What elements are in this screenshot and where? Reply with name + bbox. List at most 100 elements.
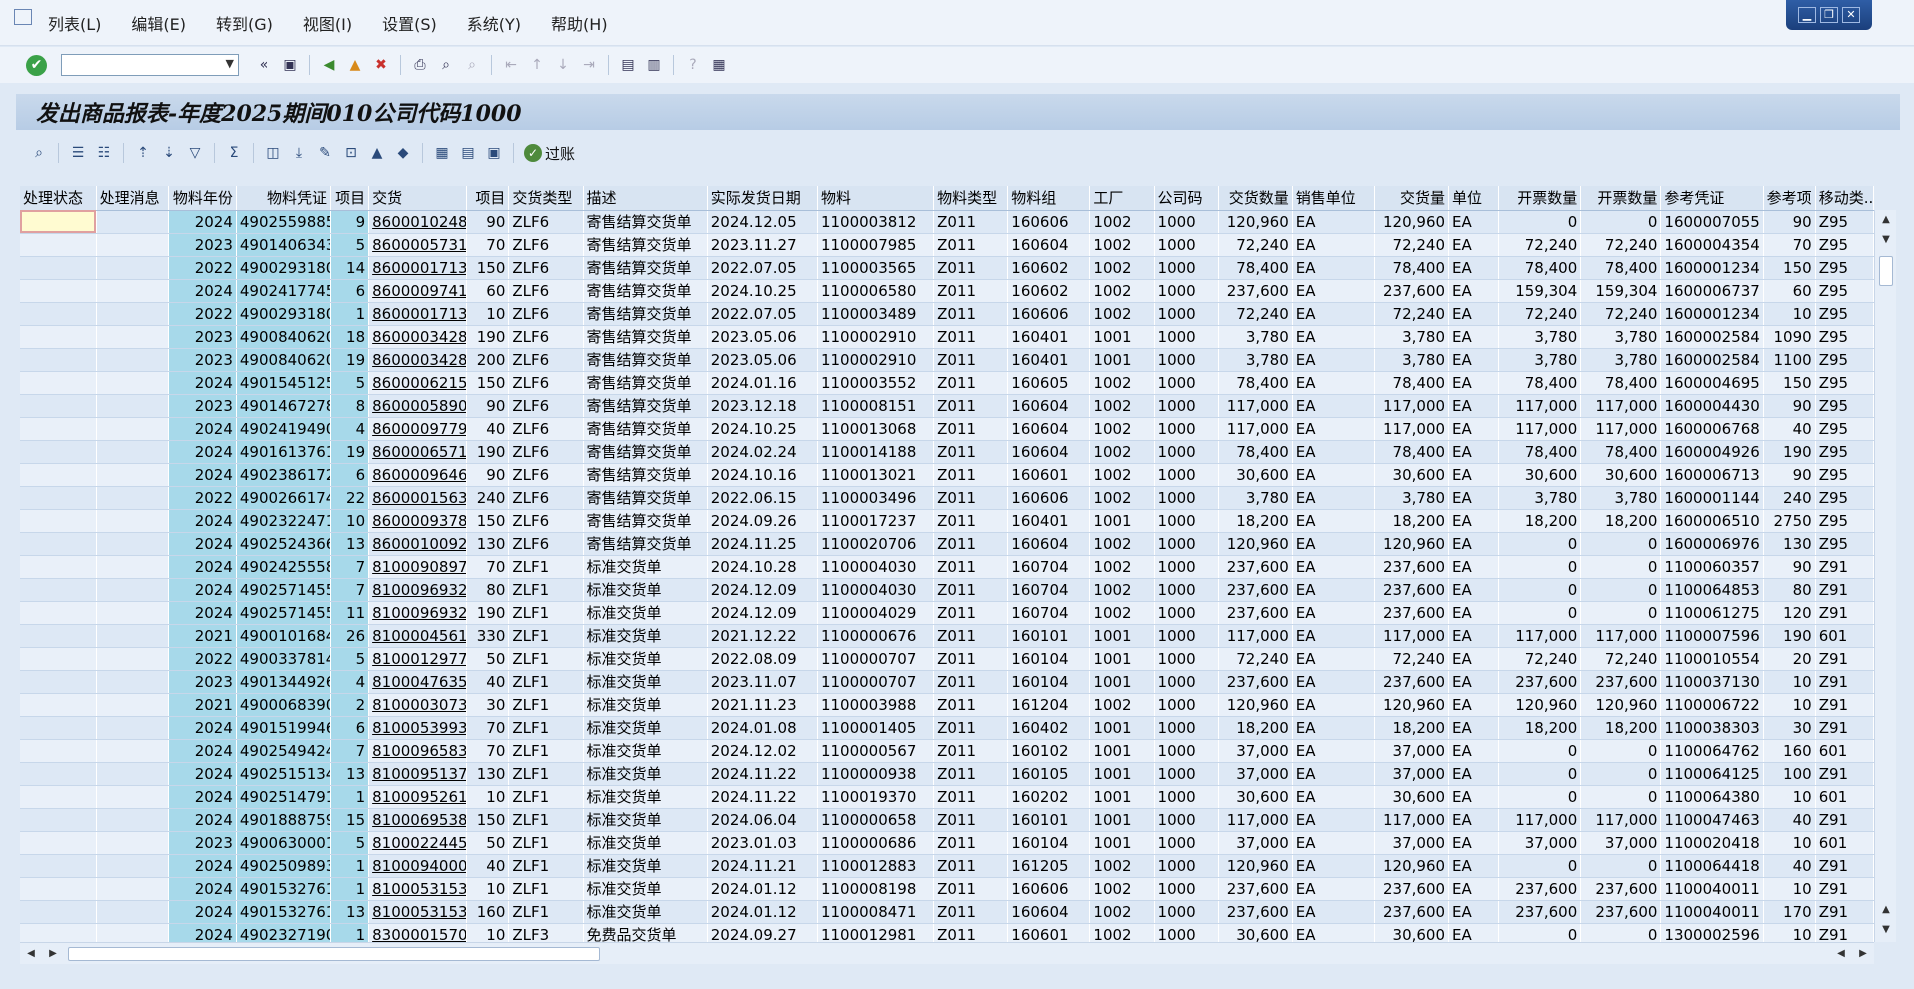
filter-icon[interactable]: ▽ bbox=[184, 142, 206, 164]
scroll-up-icon[interactable]: ▲ bbox=[1875, 210, 1897, 230]
table-row[interactable]: 2024 4902417745 6 8600009741 60 ZLF6 寄售结算交货单 20… bbox=[20, 279, 1874, 303]
back-icon[interactable]: ◀ bbox=[319, 55, 339, 75]
table-row[interactable]: 2024 4901545125 5 8600006215 150 ZLF6 寄售结算交货单 2… bbox=[20, 371, 1874, 395]
double-chevron-left-icon[interactable]: « bbox=[254, 55, 274, 75]
change-layout-icon[interactable]: ▦ bbox=[431, 142, 453, 164]
table-cell[interactable]: 8100047635 bbox=[368, 670, 468, 694]
table-cell[interactable]: 8100096583 bbox=[368, 739, 468, 763]
column-header[interactable]: 开票数量 bbox=[1498, 186, 1582, 211]
column-header[interactable]: 处理状态 bbox=[20, 186, 97, 211]
sort-ascending-icon[interactable]: ⇡ bbox=[132, 142, 154, 164]
table-row[interactable]: 2024 4901613761 19 8600006571 190 ZLF6 寄售结算交货单… bbox=[20, 440, 1874, 464]
table-cell[interactable]: 8600009741 bbox=[368, 279, 468, 303]
table-row[interactable]: 2023 4900840620 19 8600003428 200 ZLF6 寄售结算交货单… bbox=[20, 348, 1874, 372]
column-header[interactable]: 物料年份 bbox=[168, 186, 237, 211]
column-header[interactable]: 移动类... bbox=[1815, 186, 1874, 211]
table-row[interactable]: 2024 4902322471 10 8600009378 150 ZLF6 寄售结算交货单… bbox=[20, 509, 1874, 533]
table-cell[interactable]: 8600003428 bbox=[368, 348, 468, 372]
table-cell[interactable]: 8600001713 bbox=[368, 302, 468, 326]
table-cell[interactable]: 8600009378 bbox=[368, 509, 468, 533]
column-header[interactable]: 销售单位 bbox=[1292, 186, 1375, 211]
scroll-left-icon[interactable]: ◀ bbox=[20, 943, 42, 965]
abc-analysis-icon[interactable]: ▲ bbox=[366, 142, 388, 164]
horizontal-scrollbar[interactable]: ◀ ▶ ◀ ▶ bbox=[20, 942, 1874, 964]
select-all-icon[interactable]: ☰ bbox=[67, 142, 89, 164]
table-cell[interactable]: 8100053153 bbox=[368, 877, 468, 901]
table-row[interactable]: 2024 4901532761 1 8100053153 10 ZLF1 标准交货单 2024… bbox=[20, 877, 1874, 901]
print-icon[interactable]: ⎙ bbox=[410, 55, 430, 75]
column-header[interactable]: 处理消息 bbox=[96, 186, 169, 211]
table-cell[interactable]: 8100095137 bbox=[368, 762, 468, 786]
table-cell[interactable]: 8300001570 bbox=[368, 923, 468, 942]
column-header[interactable]: 单位 bbox=[1448, 186, 1500, 211]
print-preview-icon[interactable]: ◫ bbox=[262, 142, 284, 164]
word-processing-icon[interactable]: ✎ bbox=[314, 142, 336, 164]
cancel-icon[interactable]: ✖ bbox=[371, 55, 391, 75]
column-header[interactable]: 工厂 bbox=[1089, 186, 1155, 211]
column-header[interactable]: 项目 bbox=[466, 186, 510, 211]
chevron-down-icon[interactable]: ▼ bbox=[226, 57, 234, 70]
table-row[interactable]: 2024 4902419490 4 8600009779 40 ZLF6 寄售结算交货单 20… bbox=[20, 417, 1874, 441]
enter-check-icon[interactable]: ✔ bbox=[26, 54, 47, 76]
menu-help[interactable]: 帮助(H) bbox=[551, 11, 608, 35]
column-header[interactable]: 参考凭证 bbox=[1660, 186, 1764, 211]
first-page-icon[interactable]: ⇤ bbox=[501, 55, 521, 75]
column-header[interactable]: 开票数量 bbox=[1580, 186, 1662, 211]
menu-edit[interactable]: 编辑(E) bbox=[131, 11, 186, 35]
column-header[interactable]: 物料 bbox=[817, 186, 935, 211]
table-row[interactable]: 2024 4902571455 7 8100096932 80 ZLF1 标准交货单 2024… bbox=[20, 578, 1874, 602]
table-cell[interactable]: 8600009646 bbox=[368, 463, 468, 487]
local-file-icon[interactable]: ⊡ bbox=[340, 142, 362, 164]
table-cell[interactable]: 8100090897 bbox=[368, 555, 468, 579]
table-row[interactable]: 2024 4902425558 7 8100090897 70 ZLF1 标准交货单 2024… bbox=[20, 555, 1874, 579]
table-row[interactable]: 2024 4902327190 1 8300001570 10 ZLF3 免费品交货单 202… bbox=[20, 923, 1874, 942]
column-header[interactable]: 交货数量 bbox=[1218, 186, 1293, 211]
menu-icon[interactable] bbox=[14, 8, 32, 25]
menu-list[interactable]: 列表(L) bbox=[48, 11, 101, 35]
table-cell[interactable]: 8100096932 bbox=[368, 578, 468, 602]
table-cell[interactable]: 8600005890 bbox=[368, 394, 468, 418]
layout-menu-icon[interactable]: ▦ bbox=[709, 55, 729, 75]
table-cell[interactable]: 8100003073 bbox=[368, 693, 468, 717]
table-cell[interactable]: 8100053153 bbox=[368, 900, 468, 924]
close-icon[interactable]: ✕ bbox=[1842, 7, 1860, 23]
menu-goto[interactable]: 转到(G) bbox=[216, 11, 273, 35]
table-row[interactable]: 2024 4901519946 6 8100053993 70 ZLF1 标准交货单 2024… bbox=[20, 716, 1874, 740]
select-layout-icon[interactable]: ▤ bbox=[457, 142, 479, 164]
post-button[interactable]: ✓ 过账 bbox=[524, 143, 575, 164]
column-header[interactable]: 交货类型 bbox=[508, 186, 584, 211]
find-icon[interactable]: ⌕ bbox=[436, 55, 456, 75]
table-cell[interactable]: 8600006215 bbox=[368, 371, 468, 395]
table-row[interactable]: 2023 4901344926 4 8100047635 40 ZLF1 标准交货单 2023… bbox=[20, 670, 1874, 694]
deselect-all-icon[interactable]: ☷ bbox=[93, 142, 115, 164]
table-cell[interactable]: 8100096932 bbox=[368, 601, 468, 625]
scroll-right-icon[interactable]: ▶ bbox=[1852, 943, 1874, 965]
table-cell[interactable]: 8100012977 bbox=[368, 647, 468, 671]
restore-icon[interactable]: ❐ bbox=[1820, 7, 1838, 23]
details-icon[interactable]: ⌕ bbox=[28, 142, 50, 164]
table-cell[interactable]: 8100053993 bbox=[368, 716, 468, 740]
table-cell[interactable]: 8600001713 bbox=[368, 256, 468, 280]
menu-settings[interactable]: 设置(S) bbox=[382, 11, 437, 35]
column-header[interactable]: 交货 bbox=[368, 186, 468, 211]
new-session-icon[interactable]: ▤ bbox=[618, 55, 638, 75]
table-row[interactable]: 2024 4902514791 1 8100095261 10 ZLF1 标准交货单 2024… bbox=[20, 785, 1874, 809]
prev-page-icon[interactable]: ↑ bbox=[527, 55, 547, 75]
table-row[interactable]: 2024 4901888759 15 8100069538 150 ZLF1 标准交货单 20… bbox=[20, 808, 1874, 832]
table-row[interactable]: 2024 4902386172 6 8600009646 90 ZLF6 寄售结算交货单 20… bbox=[20, 463, 1874, 487]
table-row[interactable]: 2021 4900068390 2 8100003073 30 ZLF1 标准交货单 2021… bbox=[20, 693, 1874, 717]
command-input[interactable] bbox=[62, 55, 212, 75]
exit-icon[interactable]: ▲ bbox=[345, 55, 365, 75]
table-cell[interactable]: 8600003428 bbox=[368, 325, 468, 349]
table-row[interactable]: 2024 4902549424 7 8100096583 70 ZLF1 标准交货单 2024… bbox=[20, 739, 1874, 763]
page-up-icon[interactable]: ▼ bbox=[1875, 230, 1897, 250]
page-down-icon[interactable]: ▼ bbox=[1875, 920, 1897, 940]
table-row[interactable]: 2022 4900337814 5 8100012977 50 ZLF1 标准交货单 2022… bbox=[20, 647, 1874, 671]
table-cell[interactable]: 8600005731 bbox=[368, 233, 468, 257]
table-row[interactable]: 2024 4902559885 9 8600010248 90 ZLF6 寄售结算交货单 20… bbox=[20, 210, 1874, 234]
column-header[interactable]: 项目 bbox=[330, 186, 370, 211]
table-cell[interactable]: 8100004561 bbox=[368, 624, 468, 648]
minimize-icon[interactable]: ▁ bbox=[1798, 7, 1816, 23]
table-cell[interactable]: 8600010248 bbox=[368, 210, 468, 234]
table-row[interactable]: 2024 4902515134 13 8100095137 130 ZLF1 标准交货单 20… bbox=[20, 762, 1874, 786]
